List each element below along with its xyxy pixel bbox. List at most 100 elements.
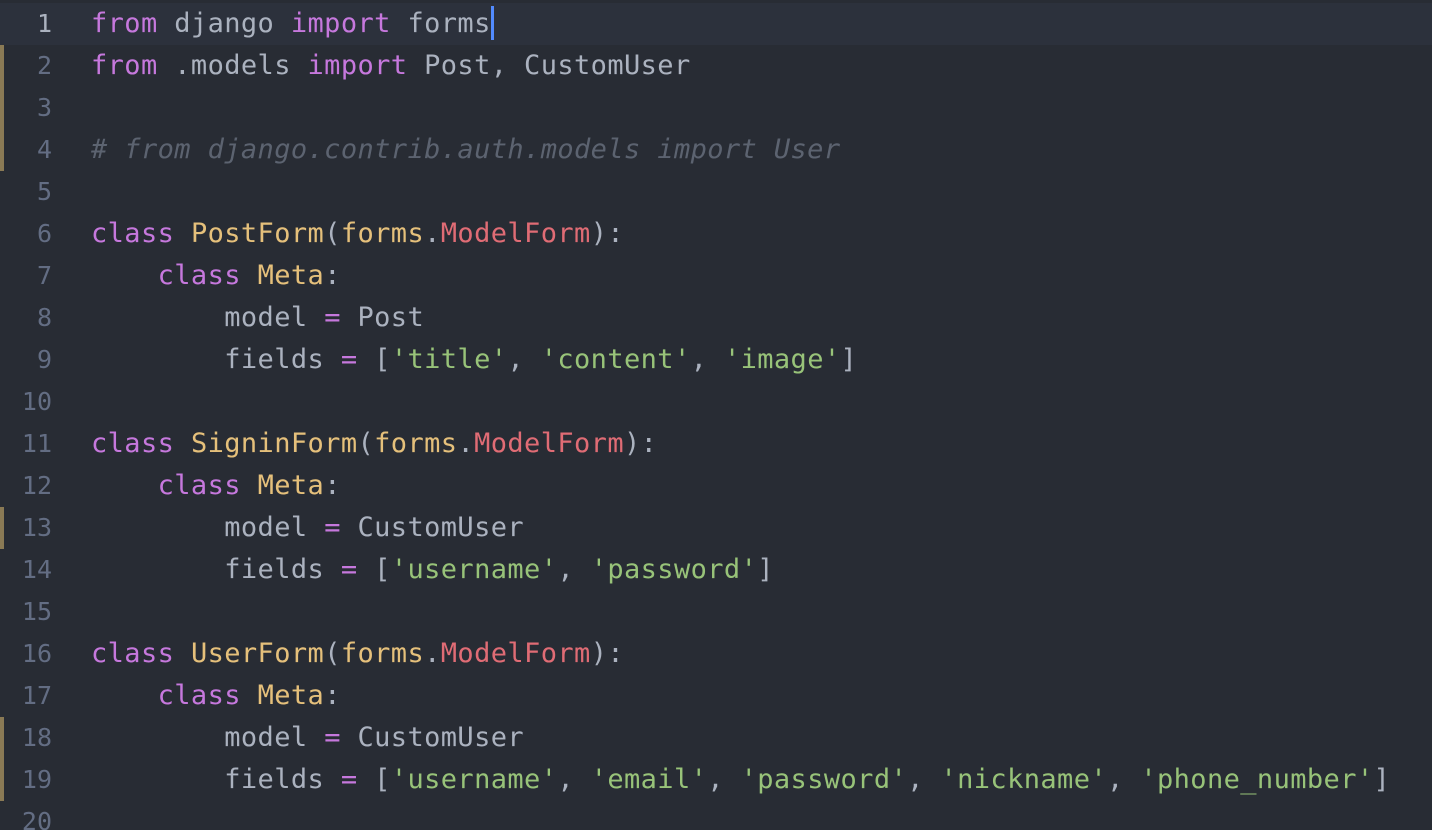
keyword-token: import (290, 8, 391, 39)
code-text: .models (157, 50, 308, 81)
code-text: , (707, 764, 741, 795)
string-token: 'title' (390, 344, 508, 375)
line-number: 9 (36, 345, 52, 374)
code-line[interactable]: 4 # from django.contrib.auth.models impor… (0, 129, 1432, 171)
code-text: , (907, 764, 941, 795)
code-text: ] (840, 344, 858, 375)
string-token: 'nickname' (940, 764, 1108, 795)
code-text: model (91, 512, 325, 543)
class-name-token: forms (340, 218, 425, 249)
operator-token: = (340, 764, 358, 795)
line-number: 13 (21, 513, 52, 542)
code-text: ] (1373, 764, 1391, 795)
code-text: : (324, 260, 341, 291)
operator-token: = (324, 722, 341, 753)
keyword-token: from (91, 50, 158, 81)
code-line[interactable]: 12 class Meta: (0, 465, 1432, 507)
code-line[interactable]: 3 (0, 87, 1432, 129)
code-text: ( (324, 218, 341, 249)
line-number: 19 (21, 765, 52, 794)
attribute-token: ModelForm (440, 218, 591, 249)
operator-token: = (340, 344, 358, 375)
code-line[interactable]: 15 (0, 591, 1432, 633)
code-line[interactable]: 14 fields = ['username', 'password'] (0, 549, 1432, 591)
code-content[interactable]: model = Post (91, 297, 424, 339)
attribute-token: ModelForm (440, 638, 591, 669)
string-token: 'username' (390, 554, 558, 585)
code-text: forms (390, 8, 491, 39)
code-content[interactable]: # from django.contrib.auth.models import… (91, 129, 841, 171)
code-text: , (557, 554, 591, 585)
code-line[interactable]: 2 from .models import Post, CustomUser (0, 45, 1432, 87)
code-line[interactable]: 20 (0, 801, 1432, 830)
code-text: ( (357, 428, 375, 459)
code-content[interactable]: fields = ['username', 'email', 'password… (91, 759, 1390, 801)
line-number: 17 (21, 681, 52, 710)
code-content[interactable]: fields = ['username', 'password'] (91, 549, 774, 591)
keyword-token: class (157, 470, 241, 501)
line-number: 15 (21, 597, 52, 626)
class-name-token: PostForm (190, 218, 325, 249)
code-text: fields (91, 554, 341, 585)
code-line[interactable]: 1 from django import forms (0, 3, 1432, 45)
code-content[interactable]: class UserForm(forms.ModelForm): (91, 633, 624, 675)
keyword-token: import (307, 50, 408, 81)
keyword-token: class (157, 260, 241, 291)
code-text: ): (590, 218, 624, 249)
line-number: 18 (21, 723, 52, 752)
line-number: 2 (36, 51, 52, 80)
attribute-token: ModelForm (474, 428, 624, 459)
line-number: 11 (21, 429, 52, 458)
code-content[interactable]: from django import forms (91, 3, 494, 45)
code-content[interactable]: class SigninForm(forms.ModelForm): (91, 423, 657, 465)
code-line[interactable]: 6 class PostForm(forms.ModelForm): (0, 213, 1432, 255)
code-text: fields (91, 344, 341, 375)
code-content[interactable]: model = CustomUser (91, 717, 524, 759)
keyword-token: from (91, 8, 158, 39)
keyword-token: class (91, 218, 175, 249)
code-line[interactable]: 13 model = CustomUser (0, 507, 1432, 549)
string-token: 'password' (590, 554, 758, 585)
code-line[interactable]: 5 (0, 171, 1432, 213)
code-line[interactable]: 11 class SigninForm(forms.ModelForm): (0, 423, 1432, 465)
code-text: : (324, 470, 341, 501)
string-token: 'content' (540, 344, 691, 375)
operator-token: = (324, 302, 341, 333)
code-text: [ (357, 344, 391, 375)
line-number: 6 (36, 219, 52, 248)
code-content[interactable]: from .models import Post, CustomUser (91, 45, 691, 87)
code-line[interactable]: 18 model = CustomUser (0, 717, 1432, 759)
code-content[interactable]: class PostForm(forms.ModelForm): (91, 213, 624, 255)
code-line[interactable]: 19 fields = ['username', 'email', 'passw… (0, 759, 1432, 801)
line-number: 1 (36, 9, 52, 38)
code-line[interactable]: 8 model = Post (0, 297, 1432, 339)
code-editor[interactable]: 1 from django import forms 2 from .models i… (0, 0, 1432, 830)
code-content[interactable]: class Meta: (91, 675, 341, 717)
comment-token: # from django.contrib.auth.models import… (91, 134, 841, 165)
line-number: 4 (36, 135, 52, 164)
code-content[interactable]: model = CustomUser (91, 507, 524, 549)
code-text: django (157, 8, 291, 39)
code-text: ] (757, 554, 774, 585)
keyword-token: class (157, 680, 241, 711)
code-line[interactable]: 9 fields = ['title', 'content', 'image'] (0, 339, 1432, 381)
code-content[interactable]: fields = ['title', 'content', 'image'] (91, 339, 857, 381)
code-line[interactable]: 17 class Meta: (0, 675, 1432, 717)
code-line[interactable]: 7 class Meta: (0, 255, 1432, 297)
code-text: Post, CustomUser (407, 50, 691, 81)
class-name-token: forms (374, 428, 458, 459)
code-text: CustomUser (340, 722, 525, 753)
string-token: 'phone_number' (1140, 764, 1374, 795)
code-content[interactable]: class Meta: (91, 465, 341, 507)
text-cursor (490, 5, 494, 40)
code-line[interactable]: 16 class UserForm(forms.ModelForm): (0, 633, 1432, 675)
operator-token: = (324, 512, 341, 543)
code-line[interactable]: 10 (0, 381, 1432, 423)
code-content[interactable]: class Meta: (91, 255, 341, 297)
